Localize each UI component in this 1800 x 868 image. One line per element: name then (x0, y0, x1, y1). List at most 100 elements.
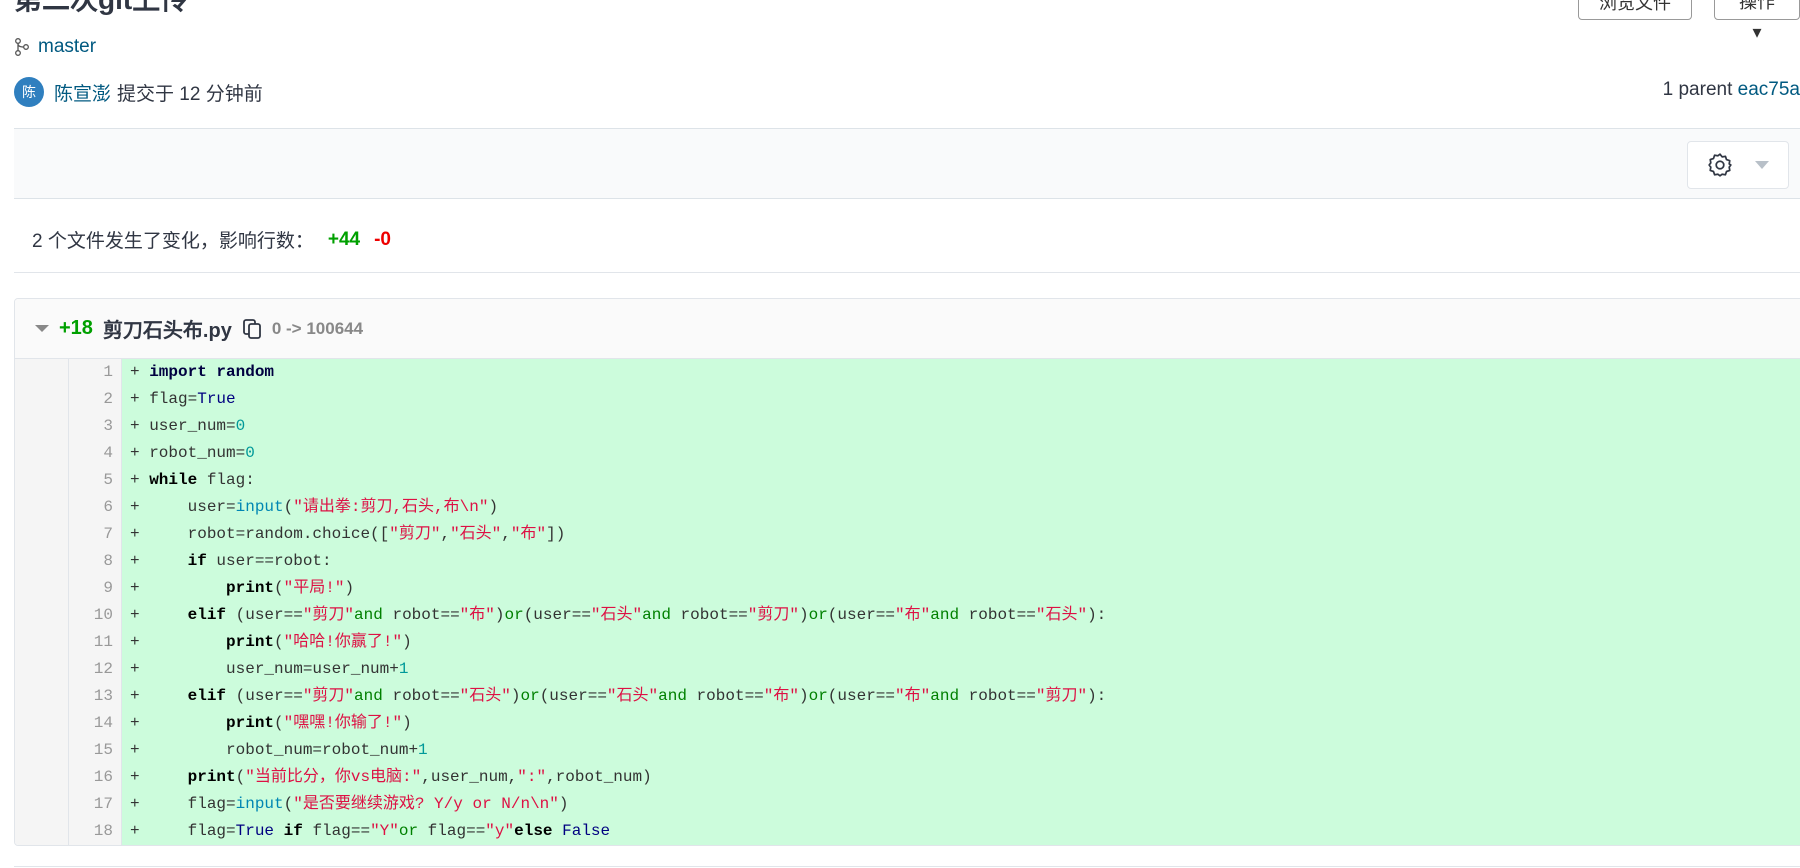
code-token: ":" (517, 768, 547, 786)
avatar[interactable]: 陈 (14, 77, 44, 107)
code-token: robot== (959, 687, 1036, 705)
code-token: elif (187, 687, 227, 705)
additions-count: +44 (327, 228, 361, 250)
old-line-number[interactable] (15, 467, 69, 494)
code-token: robot== (382, 606, 460, 624)
file-name[interactable]: 剪刀石头布.py (103, 314, 232, 343)
code-content: + flag=input("是否要继续游戏? Y/y or N/n\n") (122, 791, 1800, 818)
code-token: print (226, 714, 275, 732)
diff-line: 7 + robot=random.choice(["剪刀","石头","布"]) (15, 521, 1800, 548)
added-marker: + (130, 390, 150, 408)
diff-line: 18 + flag=True if flag=="Y"or flag=="y"el… (15, 818, 1800, 845)
author-name[interactable]: 陈宣澎 (54, 79, 111, 106)
new-line-number[interactable]: 14 (69, 710, 122, 737)
browse-files-button[interactable]: 浏览文件 (1578, 0, 1692, 20)
old-line-number[interactable] (15, 764, 69, 791)
code-token: and (930, 687, 960, 705)
branch[interactable]: master (14, 36, 96, 58)
code-token: False (562, 822, 611, 840)
code-token: robot== (670, 606, 748, 624)
old-line-number[interactable] (15, 521, 69, 548)
new-line-number[interactable]: 10 (69, 602, 122, 629)
code-token: and (658, 687, 687, 705)
new-line-number[interactable]: 1 (69, 359, 122, 386)
code-token: ( (274, 579, 284, 597)
code-token: robot== (382, 687, 460, 705)
new-line-number[interactable]: 18 (69, 818, 122, 845)
old-line-number[interactable] (15, 386, 69, 413)
file-header[interactable]: +18 剪刀石头布.py 0 -> 100644 (15, 299, 1800, 359)
old-line-number[interactable] (15, 629, 69, 656)
new-line-number[interactable]: 16 (69, 764, 122, 791)
new-line-number[interactable]: 2 (69, 386, 122, 413)
code-token: True (197, 390, 236, 408)
commit-time: 提交于 12 分钟前 (117, 83, 263, 105)
code-token: flag: (197, 471, 255, 489)
diff-line: 12 + user_num=user_num+1 (15, 656, 1800, 683)
new-line-number[interactable]: 8 (69, 548, 122, 575)
code-token: or (808, 606, 828, 624)
code-token: user_num=user_num+ (149, 660, 399, 678)
old-line-number[interactable] (15, 359, 69, 386)
old-line-number[interactable] (15, 818, 69, 845)
code-content: + while flag: (122, 467, 1800, 494)
code-token: if (187, 552, 207, 570)
diff-line: 1 + import random (15, 359, 1800, 386)
summary-text: 2 个文件发生了变化，影响行数： (32, 231, 314, 252)
new-line-number[interactable]: 6 (69, 494, 122, 521)
copy-icon[interactable] (242, 318, 262, 340)
code-token: ( (283, 498, 294, 516)
new-line-number[interactable]: 4 (69, 440, 122, 467)
code-token: , (501, 525, 511, 543)
diff-line: 6 + user=input("请出拳:剪刀,石头,布\n") (15, 494, 1800, 521)
code-token: flag== (418, 822, 486, 840)
code-token: "石头" (459, 687, 511, 705)
old-line-number[interactable] (15, 575, 69, 602)
code-token: import random (149, 363, 275, 381)
code-content: + if user==robot: (122, 548, 1800, 575)
diff-line: 3 + user_num=0 (15, 413, 1800, 440)
actions-button[interactable]: 操作 ▾ (1714, 0, 1800, 42)
added-marker: + (130, 444, 150, 462)
added-marker: + (130, 552, 150, 570)
code-token: "剪刀" (302, 687, 355, 705)
code-token: "石头" (450, 525, 502, 543)
code-token: "石头" (1035, 606, 1088, 624)
added-marker: + (130, 822, 150, 840)
old-line-number[interactable] (15, 413, 69, 440)
new-line-number[interactable]: 7 (69, 521, 122, 548)
code-token: "石头" (590, 606, 643, 624)
old-line-number[interactable] (15, 548, 69, 575)
new-line-number[interactable]: 11 (69, 629, 122, 656)
code-token: ) (798, 606, 809, 624)
old-line-number[interactable] (15, 656, 69, 683)
parent-sha-link[interactable]: eac75a (1738, 79, 1800, 100)
old-line-number[interactable] (15, 710, 69, 737)
new-line-number[interactable]: 12 (69, 656, 122, 683)
code-content: + robot_num=robot_num+1 (122, 737, 1800, 764)
new-line-number[interactable]: 5 (69, 467, 122, 494)
diff-line: 8 + if user==robot: (15, 548, 1800, 575)
diff-line: 10 + elif (user=="剪刀"and robot=="布")or(us… (15, 602, 1800, 629)
code-token: "平局!" (283, 579, 345, 597)
new-line-number[interactable]: 3 (69, 413, 122, 440)
added-marker: + (130, 363, 150, 381)
diff-settings-button[interactable] (1687, 141, 1789, 189)
old-line-number[interactable] (15, 737, 69, 764)
old-line-number[interactable] (15, 791, 69, 818)
old-line-number[interactable] (15, 494, 69, 521)
code-token: True (235, 822, 275, 840)
old-line-number[interactable] (15, 602, 69, 629)
collapse-caret-icon[interactable] (35, 325, 49, 332)
old-line-number[interactable] (15, 440, 69, 467)
new-line-number[interactable]: 15 (69, 737, 122, 764)
diff-lines: 1 + import random 2 + flag=True 3 + user_num=… (15, 359, 1800, 845)
code-token: 1 (418, 741, 428, 759)
old-line-number[interactable] (15, 683, 69, 710)
new-line-number[interactable]: 17 (69, 791, 122, 818)
new-line-number[interactable]: 13 (69, 683, 122, 710)
diff-toolbar (14, 128, 1800, 199)
new-line-number[interactable]: 9 (69, 575, 122, 602)
